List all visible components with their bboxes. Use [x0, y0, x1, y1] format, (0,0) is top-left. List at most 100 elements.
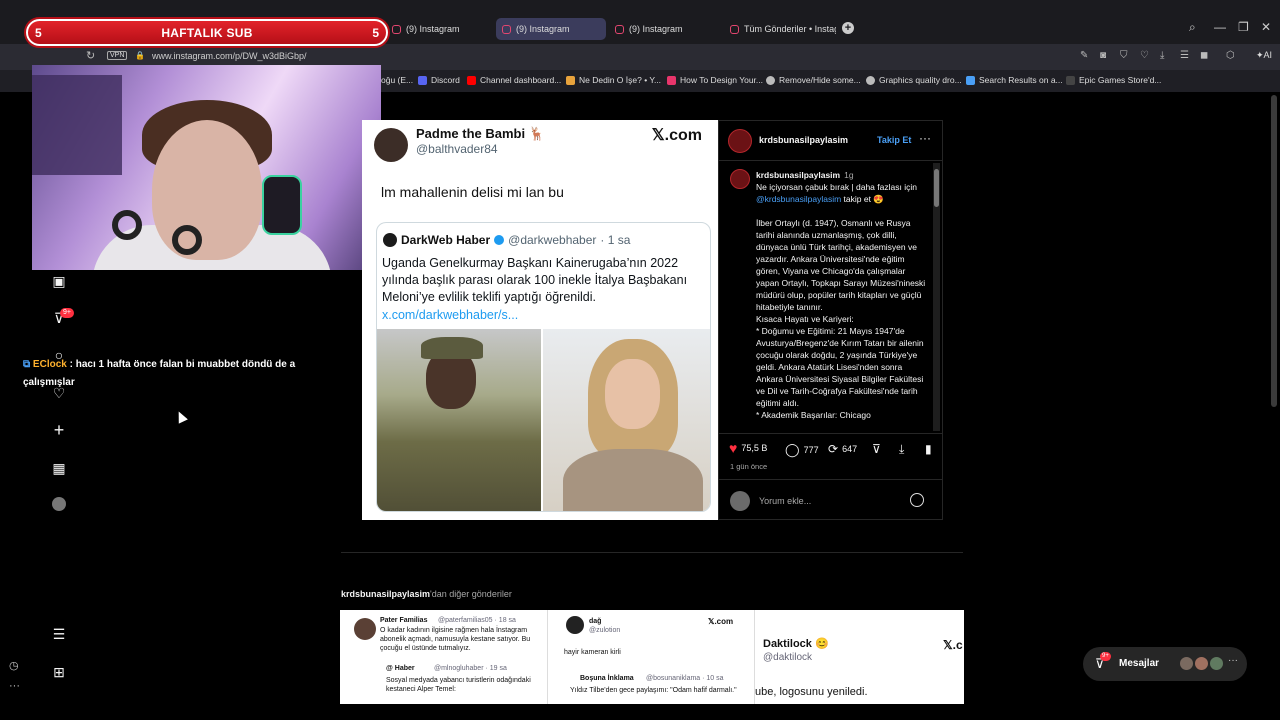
- search-tabs-icon[interactable]: ⌕: [1189, 20, 1196, 35]
- browser-tab-1[interactable]: (9) Instagram: [386, 18, 492, 40]
- restore-icon[interactable]: ❐: [1238, 20, 1249, 34]
- headphones-icon: [172, 225, 202, 255]
- thumb-quote-text: Yıldız Tilbe'den gece paylaşımı: "Odam h…: [570, 687, 737, 694]
- dashboard-icon[interactable]: ▦: [51, 460, 67, 476]
- also-from-meta-icon[interactable]: ⊞: [51, 664, 67, 680]
- lock-icon[interactable]: 🔒: [135, 51, 145, 60]
- bookmark-item[interactable]: Channel dashboard...: [467, 75, 561, 85]
- quoted-tweet-text: Uganda Genelkurmay Başkanı Kainerugaba’n…: [382, 256, 688, 304]
- create-icon[interactable]: +: [51, 421, 67, 439]
- bookmark-item[interactable]: Search Results on a...: [966, 75, 1063, 85]
- browser-tab-3[interactable]: (9) Instagram: [609, 18, 719, 40]
- quoted-tweet-header: DarkWeb Haber @darkwebhaber · 1 sa: [383, 233, 630, 247]
- profile-icon[interactable]: ◼: [1200, 50, 1208, 61]
- repost-icon: ⟳: [828, 442, 839, 456]
- photo-coat: [563, 449, 703, 511]
- mouse-cursor-icon: [174, 409, 188, 424]
- repost-count: 647: [842, 444, 858, 454]
- bookmark-label: Discord: [431, 75, 460, 85]
- bookmark-item[interactable]: Remove/Hide some...: [766, 75, 861, 85]
- menu-hamburger-icon[interactable]: ☰: [51, 626, 67, 642]
- caption-scrollbar[interactable]: [933, 163, 940, 431]
- browser-tab-2[interactable]: (9) Instagram: [496, 18, 606, 40]
- post-image[interactable]: Padme the Bambi 🦌 @balthvader84 𝕏.com lm…: [362, 120, 718, 520]
- new-tab-icon[interactable]: +: [842, 22, 854, 34]
- caption-username[interactable]: krdsbunasilpaylasim: [756, 170, 840, 180]
- bookmark-site-icon: [966, 75, 975, 85]
- post-thumbnail[interactable]: Pater Familias @paterfamilias05 · 18 sa …: [340, 610, 548, 704]
- tab-label: Tüm Gönderiler • Instagram: [744, 24, 836, 34]
- bookmark-item[interactable]: Ne Dedin O İşe? • Y...: [566, 75, 661, 85]
- reels-icon[interactable]: ▣: [51, 273, 67, 289]
- instagram-icon: [730, 24, 739, 34]
- minimize-icon[interactable]: —: [1214, 20, 1226, 34]
- more-options-icon[interactable]: ···: [919, 131, 931, 145]
- comment-icon: ◯: [785, 442, 800, 457]
- bookmark-item[interactable]: Graphics quality dro...: [866, 75, 962, 85]
- page-scrollbar[interactable]: [1271, 95, 1277, 407]
- history-icon[interactable]: ◷: [9, 659, 19, 672]
- bookmark-label: Channel dashboard...: [480, 75, 562, 85]
- close-icon[interactable]: ✕: [1261, 20, 1271, 34]
- chat-username: EClock: [32, 359, 67, 370]
- more-posts-grid: Pater Familias @paterfamilias05 · 18 sa …: [340, 610, 964, 704]
- url-field[interactable]: www.instagram.com/p/DW_w3dBiGbp/: [152, 51, 307, 61]
- bookmark-item[interactable]: How To Design Your...: [667, 75, 763, 85]
- author-username[interactable]: krdsbunasilpaylasim: [759, 135, 848, 145]
- download-icon[interactable]: ⤓: [1160, 50, 1164, 61]
- menu-icon[interactable]: ☰: [1180, 50, 1189, 61]
- post-thumbnail[interactable]: dağ @zulotion 𝕏.com hayir kameran kirli …: [548, 610, 755, 704]
- ai-button[interactable]: ✦AI: [1256, 50, 1272, 61]
- more-posts-title-rest: 'dan diğer gönderiler: [430, 589, 512, 599]
- like-button[interactable]: ♥ 75,5 B: [729, 441, 767, 455]
- bookmark-site-icon: [766, 75, 775, 85]
- general-photo: [377, 329, 541, 511]
- caption-time: 1g: [844, 170, 854, 180]
- more-icon[interactable]: ···: [9, 680, 20, 692]
- thumb-quote-handle: @bosunaniklama · 10 sa: [646, 675, 724, 682]
- camera-icon[interactable]: ◙: [1100, 50, 1106, 61]
- shield-icon[interactable]: ⛉: [1120, 50, 1128, 61]
- tab-label: (9) Instagram: [629, 24, 683, 34]
- profile-avatar[interactable]: [51, 497, 67, 513]
- verified-badge-icon: [494, 235, 505, 245]
- bookmark-site-icon: [566, 75, 575, 85]
- caption-body: İlber Ortaylı (d. 1947), Osmanlı ve Rusy…: [756, 218, 926, 312]
- thumb-handle: @daktilock: [763, 652, 813, 663]
- author-avatar[interactable]: [728, 129, 752, 153]
- scrollbar-thumb[interactable]: [934, 169, 939, 207]
- repost-button[interactable]: ⟳ 647: [828, 442, 857, 456]
- bookmark-label: oğu (E...: [381, 75, 414, 85]
- save-button[interactable]: ▮: [925, 442, 932, 456]
- extension-icon[interactable]: ⬡: [1226, 50, 1235, 61]
- vpn-badge[interactable]: VPN: [107, 51, 128, 60]
- download-button[interactable]: ⤓: [899, 442, 904, 457]
- caption-mention[interactable]: @krdsbunasilpaylasim: [756, 194, 841, 204]
- more-posts-title: krdsbunasilpaylasim'dan diğer gönderiler: [341, 589, 512, 599]
- follow-button[interactable]: Takip Et: [877, 135, 911, 145]
- quoted-avatar: [383, 233, 397, 247]
- reload-icon[interactable]: ↻: [86, 49, 95, 62]
- edit-icon[interactable]: ✎: [1080, 50, 1088, 61]
- messages-pill[interactable]: ⊽ 9+ Mesajlar ···: [1083, 647, 1247, 681]
- bookmark-site-icon: [667, 75, 676, 85]
- share-button[interactable]: ⊽: [872, 442, 881, 456]
- comment-input[interactable]: Yorum ekle...: [759, 496, 811, 506]
- more-icon: ···: [1228, 655, 1238, 666]
- bookmark-item[interactable]: Epic Games Store'd...: [1066, 75, 1161, 85]
- post-thumbnail[interactable]: Daktilock 😊 @daktilock 𝕏.c ube, logosunu…: [755, 610, 964, 704]
- caption-intro-end: takip et 😍: [843, 194, 884, 204]
- thumb-text: hayir kameran kirli: [564, 649, 621, 656]
- heart-icon[interactable]: ♡: [1140, 50, 1149, 61]
- bookmark-item[interactable]: oğu (E...: [381, 75, 413, 85]
- instagram-icon: [615, 24, 624, 34]
- weekly-sub-banner: 5 HAFTALIK SUB 5: [26, 19, 388, 46]
- bookmark-item[interactable]: Discord: [418, 75, 460, 85]
- comment-button[interactable]: ◯ 777: [785, 442, 819, 458]
- thumb-text: ube, logosunu yeniledi.: [755, 686, 868, 698]
- more-posts-username[interactable]: krdsbunasilpaylasim: [341, 589, 430, 599]
- sub-count-right: 5: [372, 26, 379, 40]
- emoji-icon[interactable]: [910, 493, 924, 507]
- browser-tab-4[interactable]: Tüm Gönderiler • Instagram: [724, 18, 836, 40]
- caption-avatar[interactable]: [730, 169, 750, 189]
